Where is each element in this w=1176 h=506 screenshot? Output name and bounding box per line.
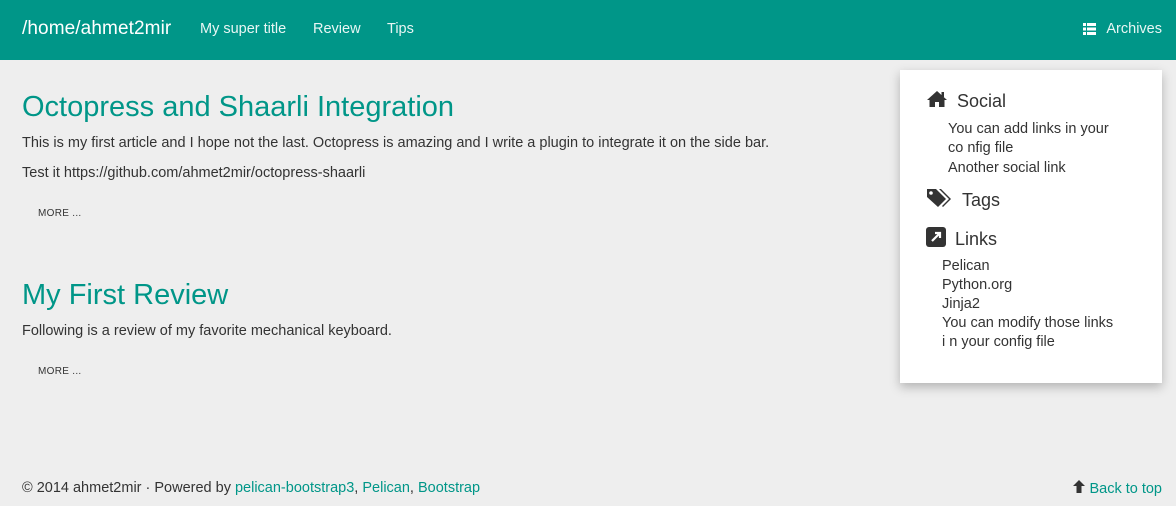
more-button[interactable]: MORE ... [38, 208, 82, 219]
nav-link-my-super-title[interactable]: My super title [200, 21, 286, 37]
site-brand[interactable]: /home/ahmet2mir [22, 18, 171, 40]
footer-link-pelican-bootstrap3[interactable]: pelican-bootstrap3 [235, 480, 354, 496]
nav-link-review[interactable]: Review [313, 21, 361, 37]
article-octopress-shaarli: Octopress and Shaarli Integration This i… [22, 90, 769, 182]
sidebar-link-jinja2[interactable]: Jinja2 [942, 295, 1132, 314]
sidebar-link-modify[interactable]: You can modify those links i n your conf… [942, 314, 1120, 352]
article-paragraph: Test it https://github.com/ahmet2mir/oct… [22, 165, 366, 181]
navbar: /home/ahmet2mir My super title Review Ti… [0, 0, 1176, 60]
sidebar-link-python[interactable]: Python.org [942, 276, 1132, 295]
article-title[interactable]: Octopress and Shaarli Integration [22, 90, 769, 124]
tags-title: Tags [962, 190, 1001, 210]
social-heading: Social [926, 90, 1006, 113]
archives-link[interactable]: Archives [1083, 21, 1162, 37]
tags-heading: Tags [926, 188, 1000, 213]
article-paragraph: Following is a review of my favorite mec… [22, 323, 392, 339]
more-button[interactable]: MORE ... [38, 366, 82, 377]
external-link-icon [926, 227, 946, 252]
article-first-review: My First Review Following is a review of… [22, 278, 392, 340]
tags-icon [926, 188, 953, 213]
home-icon [926, 90, 948, 113]
sidebar-link-pelican[interactable]: Pelican [942, 257, 1132, 276]
arrow-up-icon [1073, 480, 1086, 497]
article-title[interactable]: My First Review [22, 278, 392, 312]
nav-link-tips[interactable]: Tips [387, 21, 414, 37]
back-to-top-link[interactable]: Back to top [1073, 480, 1162, 497]
footer-separator: , [409, 480, 418, 496]
social-link[interactable]: Another social link [948, 159, 1138, 178]
social-title: Social [957, 91, 1007, 111]
sidebar: Social You can add links in your co nfig… [900, 70, 1162, 383]
footer-link-pelican[interactable]: Pelican [362, 480, 410, 496]
links-heading: Links [926, 227, 997, 252]
social-link[interactable]: You can add links in your co nfig file [948, 120, 1128, 158]
footer-link-bootstrap[interactable]: Bootstrap [418, 480, 480, 496]
article-paragraph: This is my first article and I hope not … [22, 135, 770, 151]
links-title: Links [955, 229, 998, 249]
footer-credits: © 2014 ahmet2mir · Powered by pelican-bo… [22, 480, 480, 496]
list-icon [1083, 23, 1097, 35]
back-to-top-label: Back to top [1089, 480, 1162, 497]
copyright-text: © 2014 ahmet2mir · Powered by [22, 480, 235, 496]
archives-label: Archives [1106, 21, 1162, 37]
